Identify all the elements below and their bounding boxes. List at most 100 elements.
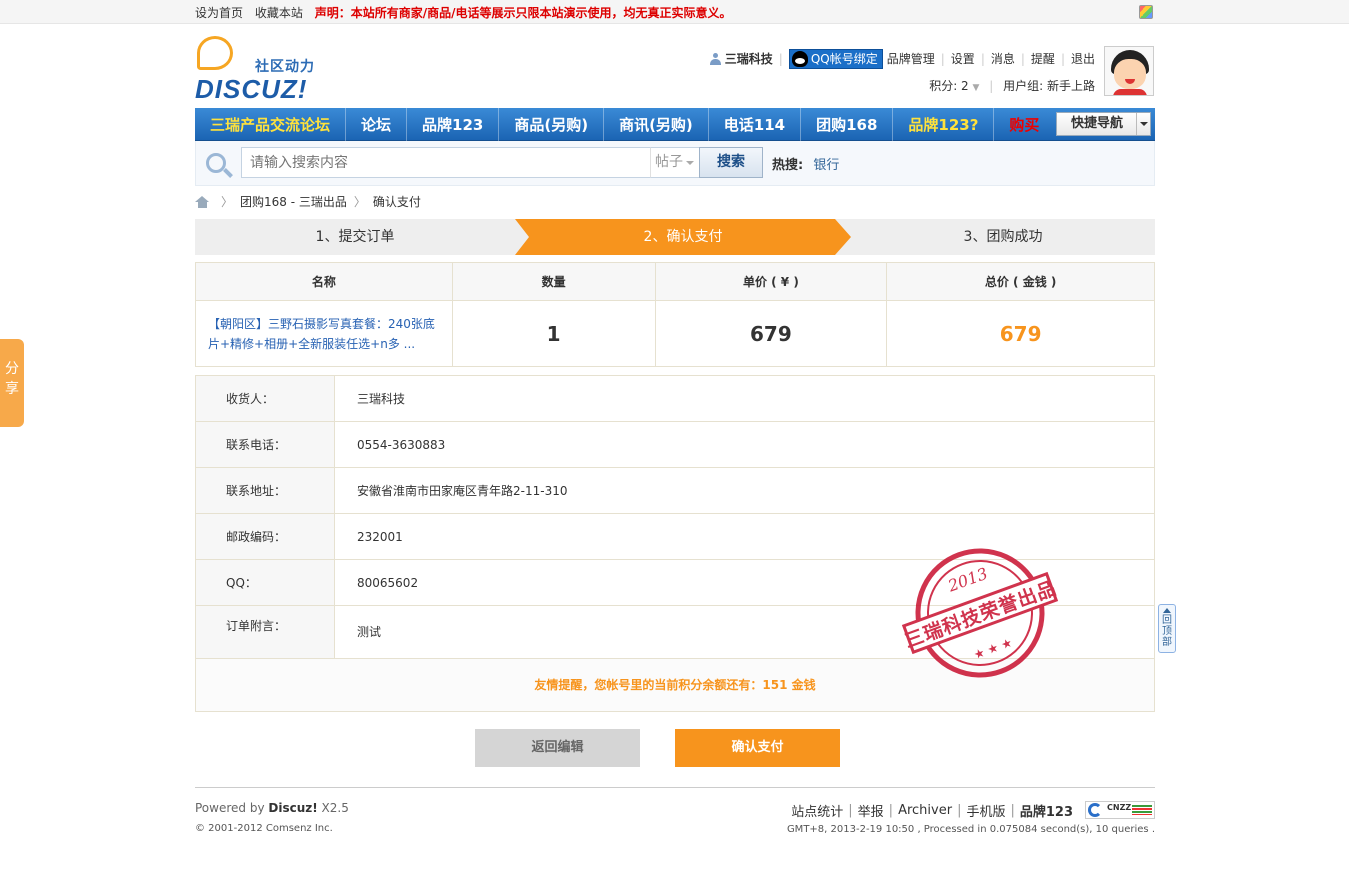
postcode-value: 232001 [357, 530, 403, 544]
brand-manage-link[interactable]: 品牌管理 [887, 48, 935, 70]
product-quantity: 1 [451, 300, 656, 367]
notifications-link[interactable]: 提醒 [1031, 48, 1055, 70]
breadcrumb: 〉 团购168 - 三瑞出品 〉 确认支付 [195, 194, 421, 210]
chevron-down-icon [1136, 113, 1150, 135]
home-icon[interactable] [195, 196, 210, 208]
username-link[interactable]: 三瑞科技 [725, 48, 773, 70]
note-label: 订单附言： [196, 606, 335, 658]
footer-divider [195, 787, 1155, 788]
logo-bulb-icon [197, 36, 233, 70]
points-link[interactable]: 积分: 2 [929, 79, 969, 93]
confirm-payment-button[interactable]: 确认支付 [675, 729, 840, 767]
back-to-top-button[interactable]: 回顶部 [1158, 604, 1176, 653]
search-button[interactable]: 搜索 [699, 147, 763, 178]
settings-link[interactable]: 设置 [951, 48, 975, 70]
user-bar: 三瑞科技 | QQ帐号绑定 品牌管理 | 设置 | 消息 | 提醒 | 退出 [709, 48, 1095, 70]
share-tab[interactable]: 分享 [0, 339, 24, 427]
footer-link-brand123[interactable]: 品牌123 [1020, 801, 1073, 820]
top-bar-links: 设为首页 收藏本站 声明：本站所有商家/商品/电话等展示只限本站演示使用，均无真… [195, 0, 731, 24]
col-header-total: 总价 ( 金钱 ) [886, 262, 1155, 301]
messages-link[interactable]: 消息 [991, 48, 1015, 70]
step-submit-order: 1、提交订单 [315, 229, 395, 245]
info-row-postcode: 邮政编码： 232001 [196, 514, 1154, 560]
back-edit-button[interactable]: 返回编辑 [475, 729, 640, 767]
phone-value: 0554-3630883 [357, 438, 446, 452]
qq-bind-button[interactable]: QQ帐号绑定 [788, 49, 883, 69]
qq-penguin-icon [791, 51, 808, 67]
cnzz-label: CNZZ [1107, 803, 1132, 812]
hot-search-label: 热搜: [772, 158, 804, 173]
col-header-name: 名称 [195, 262, 453, 301]
qq-label: QQ： [196, 560, 335, 605]
product-table: 名称 数量 单价 ( ¥ ) 总价 ( 金钱 ) 【朝阳区】三野石摄影写真套餐：… [195, 262, 1155, 367]
set-home-link[interactable]: 设为首页 [195, 6, 243, 20]
hot-search-keyword[interactable]: 银行 [813, 158, 839, 173]
main-nav: 三瑞产品交流论坛 论坛 品牌123 商品(另购) 商讯(另购) 电话114 团购… [195, 108, 1155, 141]
quick-nav-button[interactable]: 快捷导航 [1056, 112, 1151, 136]
qq-value: 80065602 [357, 576, 419, 590]
step-success: 3、团购成功 [963, 229, 1043, 245]
qq-bind-label: QQ帐号绑定 [810, 52, 878, 66]
shipping-info: 收货人： 三瑞科技 联系电话： 0554-3630883 联系地址： 安徽省淮南… [195, 375, 1155, 712]
nav-item-goods[interactable]: 商品(另购) [499, 108, 605, 141]
phone-label: 联系电话： [196, 422, 335, 467]
footer-link-stats[interactable]: 站点统计 [791, 801, 843, 820]
info-row-phone: 联系电话： 0554-3630883 [196, 422, 1154, 468]
info-row-recipient: 收货人： 三瑞科技 [196, 376, 1154, 422]
powered-by: Powered by Discuz! X2.5 [195, 801, 349, 815]
nav-item-forum-home[interactable]: 三瑞产品交流论坛 [195, 108, 347, 141]
postcode-label: 邮政编码： [196, 514, 335, 559]
product-unit-price: 679 [654, 300, 888, 367]
col-header-quantity: 数量 [451, 262, 656, 301]
note-value: 测试 [357, 625, 382, 639]
nav-item-news[interactable]: 商讯(另购) [604, 108, 709, 141]
search-type-select[interactable]: 帖子 [650, 147, 700, 178]
points-caret-icon[interactable]: ▼ [973, 83, 980, 93]
order-steps: 1、提交订单 3、团购成功 2、确认支付 [195, 219, 1155, 255]
table-row: 【朝阳区】三野石摄影写真套餐：240张底片+精修+相册+全新服装任选+n多 ..… [195, 300, 1155, 367]
info-row-address: 联系地址： 安徽省淮南市田家庵区青年路2-11-310 [196, 468, 1154, 514]
powered-version: X2.5 [317, 801, 349, 815]
col-header-unit-price: 单价 ( ¥ ) [654, 262, 888, 301]
site-logo[interactable]: 社区动力 DISCUZ! [195, 36, 335, 104]
info-row-qq: QQ： 80065602 [196, 560, 1154, 606]
address-value: 安徽省淮南市田家庵区青年路2-11-310 [357, 484, 568, 498]
quick-nav-label: 快捷导航 [1071, 116, 1124, 131]
powered-brand-link[interactable]: Discuz! [268, 801, 317, 815]
cnzz-badge[interactable]: CNZZ [1085, 801, 1155, 819]
footer-link-mobile[interactable]: 手机版 [966, 801, 1005, 820]
product-total: 679 [886, 300, 1155, 367]
info-row-note: 订单附言： 测试 [196, 606, 1154, 659]
nav-item-group168[interactable]: 团购168 [801, 108, 894, 141]
search-input[interactable] [241, 147, 651, 178]
logout-link[interactable]: 退出 [1071, 48, 1095, 70]
style-switch-icon[interactable] [1139, 5, 1153, 19]
nav-item-buy[interactable]: 购买 [994, 108, 1054, 141]
powered-prefix: Powered by [195, 801, 269, 815]
breadcrumb-current: 确认支付 [372, 195, 421, 209]
user-group-link[interactable]: 用户组: 新手上路 [1003, 79, 1095, 93]
bookmark-link[interactable]: 收藏本站 [255, 6, 303, 20]
product-name-link[interactable]: 【朝阳区】三野石摄影写真套餐：240张底片+精修+相册+全新服装任选+n多 ..… [195, 300, 453, 367]
recipient-value: 三瑞科技 [357, 392, 406, 406]
chevron-down-icon [686, 161, 694, 165]
site-declaration: 声明：本站所有商家/商品/电话等展示只限本站演示使用，均无真正实际意义。 [314, 6, 732, 20]
hot-search: 热搜: 银行 [772, 154, 839, 173]
logo-wordmark: DISCUZ! [195, 74, 308, 104]
avatar[interactable] [1104, 46, 1154, 96]
breadcrumb-group168[interactable]: 团购168 - 三瑞出品 [240, 194, 347, 210]
nav-item-brand123[interactable]: 品牌123 [407, 108, 500, 141]
recipient-label: 收货人： [196, 376, 335, 421]
address-label: 联系地址： [196, 468, 335, 513]
step-confirm-payment: 2、确认支付 [515, 219, 851, 255]
nav-item-forum[interactable]: 论坛 [346, 108, 408, 141]
nav-item-phone114[interactable]: 电话114 [709, 108, 802, 141]
user-icon [709, 53, 721, 65]
footer-link-archiver[interactable]: Archiver [898, 803, 952, 818]
search-bar: 帖子 搜索 热搜: 银行 [195, 141, 1155, 186]
nav-item-brand123-help[interactable]: 品牌123? [893, 108, 995, 141]
server-stats: GMT+8, 2013-2-19 10:50 , Processed in 0.… [786, 824, 1155, 835]
search-icon [206, 153, 226, 173]
footer-link-report[interactable]: 举报 [858, 801, 884, 820]
footer-links: 站点统计 | 举报 | Archiver | 手机版 | 品牌123 [791, 801, 1073, 820]
